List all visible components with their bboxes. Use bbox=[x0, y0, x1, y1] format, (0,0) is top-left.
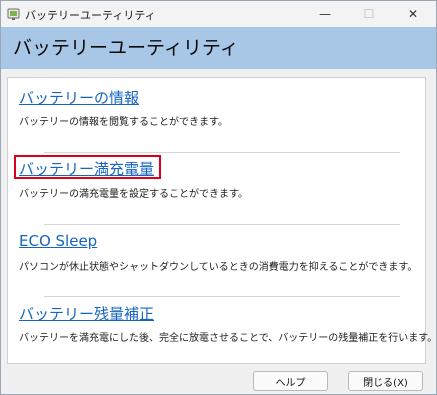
divider bbox=[44, 152, 400, 153]
eco-sleep-link[interactable]: ECO Sleep bbox=[19, 232, 97, 250]
eco-sleep-description: パソコンが休止状態やシャットダウンしているときの消費電力を抑えることができます。 bbox=[19, 262, 418, 273]
maximize-icon: ☐ bbox=[363, 7, 375, 21]
page-title: バッテリーユーティリティ bbox=[13, 37, 239, 59]
calibration-description: バッテリーを満充電にした後、完全に放電させることで、バッテリーの残量補正を行いま… bbox=[19, 333, 437, 344]
battery-utility-window: バッテリーユーティリティ — ☐ ✕ バッテリーユーティリティ バッテリーの情報… bbox=[0, 0, 437, 395]
window-title: バッテリーユーティリティ bbox=[25, 9, 156, 22]
maximize-button[interactable]: ☐ bbox=[347, 1, 391, 27]
calibration-link[interactable]: バッテリー残量補正 bbox=[19, 303, 154, 324]
battery-info-link[interactable]: バッテリーの情報 bbox=[19, 87, 139, 108]
minimize-button[interactable]: — bbox=[303, 1, 347, 27]
help-button[interactable]: ヘルプ bbox=[253, 371, 328, 391]
title-bar[interactable]: バッテリーユーティリティ — ☐ ✕ bbox=[1, 1, 436, 27]
battery-info-description: バッテリーの情報を閲覧することができます。 bbox=[19, 117, 228, 128]
close-button[interactable]: 閉じる(X) bbox=[348, 371, 423, 391]
menu-panel: バッテリーの情報 バッテリーの情報を閲覧することができます。 バッテリー満充電量… bbox=[7, 77, 436, 364]
header-banner: バッテリーユーティリティ bbox=[1, 27, 436, 69]
divider bbox=[44, 296, 400, 297]
selection-highlight bbox=[14, 155, 161, 179]
full-charge-description: バッテリーの満充電量を設定することができます。 bbox=[19, 189, 248, 200]
battery-app-icon bbox=[7, 8, 20, 20]
close-icon: ✕ bbox=[407, 7, 419, 21]
minimize-icon: — bbox=[319, 7, 331, 21]
divider bbox=[44, 224, 400, 225]
close-window-button[interactable]: ✕ bbox=[391, 1, 435, 27]
